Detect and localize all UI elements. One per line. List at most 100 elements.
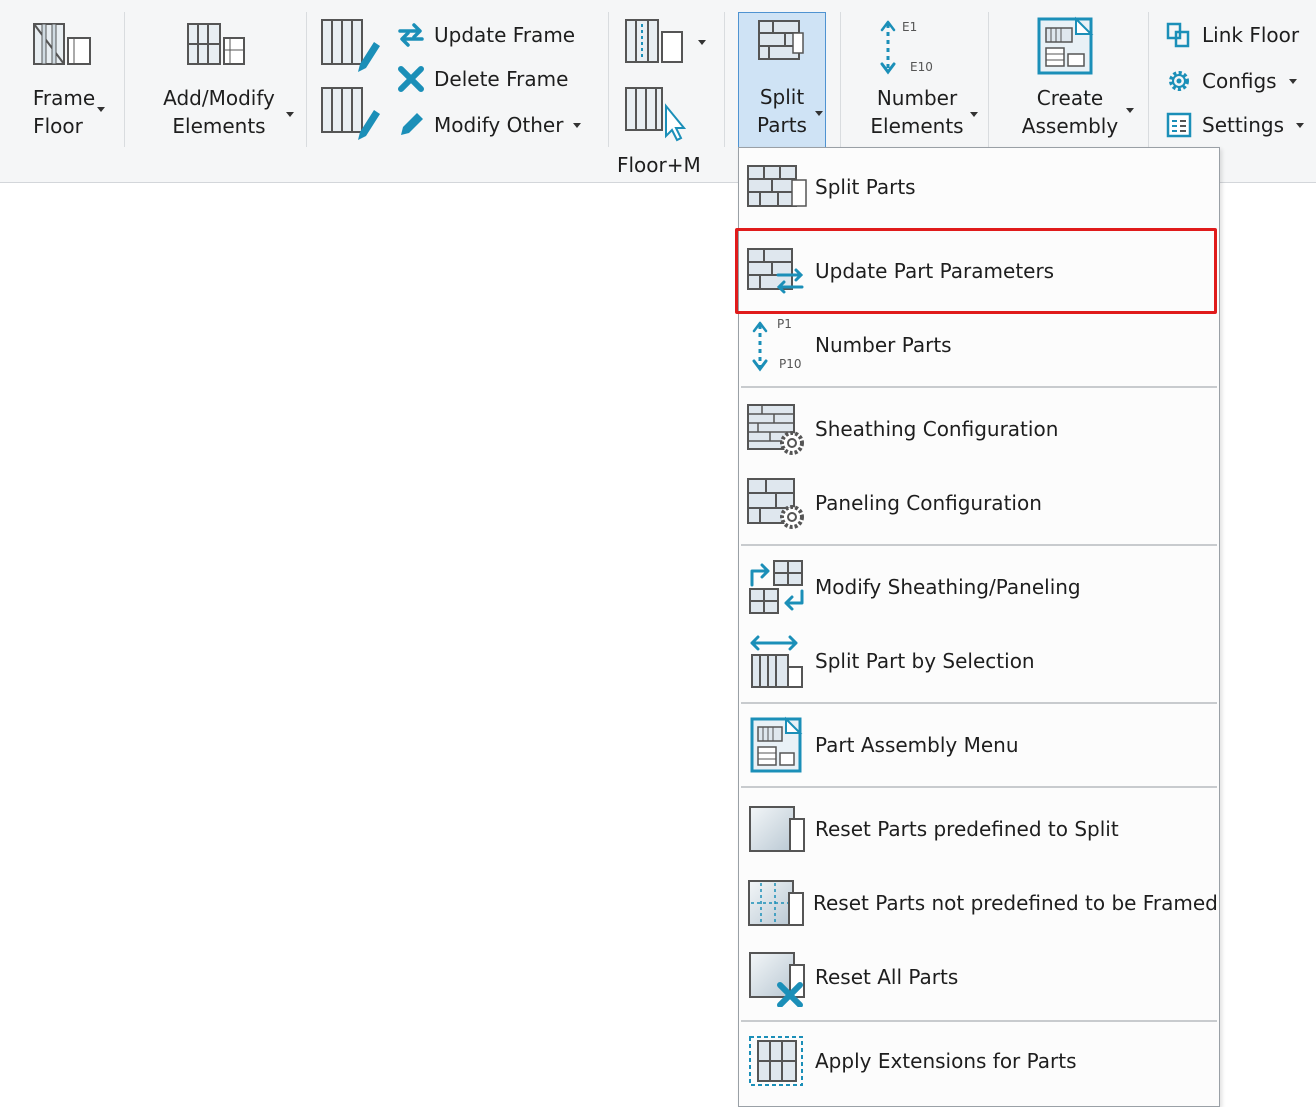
- menu-item-label: Reset Parts predefined to Split: [815, 817, 1119, 841]
- chevron-down-icon: [1296, 122, 1305, 128]
- menu-divider: [741, 786, 1217, 788]
- split-parts-button[interactable]: Split Parts: [738, 12, 826, 148]
- gear-icon: [1164, 66, 1194, 96]
- highlight-box: [735, 228, 1217, 314]
- chevron-down-icon: [1288, 78, 1297, 84]
- swap-panels-icon: [745, 555, 809, 619]
- menu-item-number-parts[interactable]: P1 P10 Number Parts: [745, 310, 1213, 380]
- brick-wall-icon: [758, 20, 804, 60]
- menu-item-label: Apply Extensions for Parts: [815, 1049, 1077, 1073]
- separator: [306, 12, 307, 147]
- update-arrows-icon: [396, 20, 426, 50]
- separator: [840, 12, 841, 147]
- number-elements-label-2: Elements: [870, 114, 964, 138]
- menu-item-label: Number Parts: [815, 333, 952, 357]
- chevron-down-icon: [1126, 108, 1134, 113]
- add-modify-label-1: Add/Modify: [163, 86, 275, 110]
- separator: [124, 12, 125, 147]
- menu-item-reset-all-parts[interactable]: Reset All Parts: [745, 942, 1213, 1012]
- menu-item-label: Part Assembly Menu: [815, 733, 1019, 757]
- chevron-down-icon: [698, 40, 706, 45]
- split-parts-label-2: Parts: [757, 113, 807, 137]
- brick-wall-icon: [745, 155, 809, 219]
- frame-select-icon: [625, 87, 687, 142]
- frame-floor-button[interactable]: Frame Floor: [18, 16, 110, 142]
- panel-delete-icon: [745, 945, 809, 1009]
- dashed-panel-icon: [745, 871, 807, 935]
- menu-item-label: Split Part by Selection: [815, 649, 1035, 673]
- frame-floor-label-2: Floor: [33, 114, 83, 138]
- chevron-down-icon: [96, 107, 105, 112]
- assembly-sheet-icon: [1037, 16, 1094, 75]
- menu-divider: [741, 386, 1217, 388]
- menu-item-sheathing-configuration[interactable]: Sheathing Configuration: [745, 394, 1213, 464]
- split-parts-label-1: Split: [759, 85, 805, 109]
- menu-item-label: Paneling Configuration: [815, 491, 1042, 515]
- menu-item-apply-extensions-for-parts[interactable]: Apply Extensions for Parts: [745, 1026, 1213, 1096]
- frame-edit-button-top[interactable]: [320, 18, 382, 74]
- settings-label: Settings: [1202, 113, 1285, 137]
- blank-panel-icon: [745, 797, 809, 861]
- menu-item-reset-parts-predefined-to-split[interactable]: Reset Parts predefined to Split: [745, 794, 1213, 864]
- frame-edit-button-bottom[interactable]: [320, 86, 382, 142]
- separator: [988, 12, 989, 147]
- frame-floor-icon: [33, 23, 91, 65]
- chevron-down-icon: [286, 112, 294, 117]
- frame-edit-icon: [321, 19, 380, 72]
- number-elements-label-1: Number: [876, 86, 958, 110]
- menu-item-split-parts[interactable]: Split Parts: [745, 152, 1213, 222]
- menu-item-label: Modify Sheathing/Paneling: [815, 575, 1081, 599]
- add-modify-elements-icon: [187, 23, 245, 65]
- chevron-down-icon: [970, 112, 978, 117]
- menu-item-label: Sheathing Configuration: [815, 417, 1059, 441]
- create-assembly-label-2: Assembly: [1021, 114, 1119, 138]
- extension-panel-icon: [745, 1029, 809, 1093]
- pencil-icon: [396, 110, 426, 140]
- assembly-sheet-icon: [745, 713, 809, 777]
- update-frame-label: Update Frame: [434, 23, 576, 47]
- configs-label: Configs: [1202, 69, 1277, 93]
- chevron-down-icon: [815, 111, 823, 116]
- menu-item-label: Reset All Parts: [815, 965, 959, 989]
- number-elements-tag-bottom: E10: [910, 60, 933, 74]
- numbering-arrow-icon: P1 P10: [745, 313, 809, 377]
- menu-item-label: Split Parts: [815, 175, 916, 199]
- separator: [1148, 12, 1149, 147]
- modify-other-label: Modify Other: [434, 113, 564, 137]
- split-selection-icon: [745, 629, 809, 693]
- frame-floor-dots-icon: [625, 19, 683, 63]
- menu-item-part-assembly-menu[interactable]: Part Assembly Menu: [745, 710, 1213, 780]
- update-frame-button[interactable]: Update Frame: [396, 18, 575, 52]
- settings-panel-icon: [1164, 110, 1194, 140]
- delete-frame-label: Delete Frame: [434, 67, 569, 91]
- add-modify-label-2: Elements: [172, 114, 266, 138]
- sheathing-gear-icon: [745, 397, 809, 461]
- delete-frame-button[interactable]: Delete Frame: [396, 62, 568, 96]
- chevron-down-icon: [573, 122, 582, 128]
- menu-item-label: Reset Parts not predefined to be Framed: [813, 891, 1218, 915]
- number-parts-tag-top: P1: [777, 317, 792, 331]
- create-assembly-button[interactable]: Create Assembly: [1004, 16, 1136, 142]
- separator: [724, 12, 725, 147]
- menu-item-paneling-configuration[interactable]: Paneling Configuration: [745, 468, 1213, 538]
- number-elements-button[interactable]: E1 E10 Number Elements: [856, 16, 978, 142]
- settings-button[interactable]: Settings: [1164, 108, 1305, 142]
- add-modify-elements-button[interactable]: Add/Modify Elements: [140, 16, 298, 142]
- link-floor-label: Link Floor: [1202, 23, 1300, 47]
- menu-divider: [741, 1020, 1217, 1022]
- modify-other-button[interactable]: Modify Other: [396, 108, 582, 142]
- link-icon: [1164, 20, 1194, 50]
- number-elements-tag-top: E1: [902, 20, 918, 34]
- floor-m-frame-button[interactable]: [624, 18, 710, 74]
- configs-button[interactable]: Configs: [1164, 64, 1297, 98]
- menu-item-modify-sheathing-paneling[interactable]: Modify Sheathing/Paneling: [745, 552, 1213, 622]
- floor-m-select-button[interactable]: [624, 86, 694, 142]
- separator: [608, 12, 609, 147]
- link-floor-button[interactable]: Link Floor: [1164, 18, 1299, 52]
- menu-item-reset-parts-not-predefined-framed[interactable]: Reset Parts not predefined to be Framed: [745, 868, 1218, 938]
- delete-x-icon: [396, 64, 426, 94]
- paneling-gear-icon: [745, 471, 809, 535]
- menu-divider: [741, 702, 1217, 704]
- menu-item-split-part-by-selection[interactable]: Split Part by Selection: [745, 626, 1213, 696]
- create-assembly-label-1: Create: [1036, 86, 1104, 110]
